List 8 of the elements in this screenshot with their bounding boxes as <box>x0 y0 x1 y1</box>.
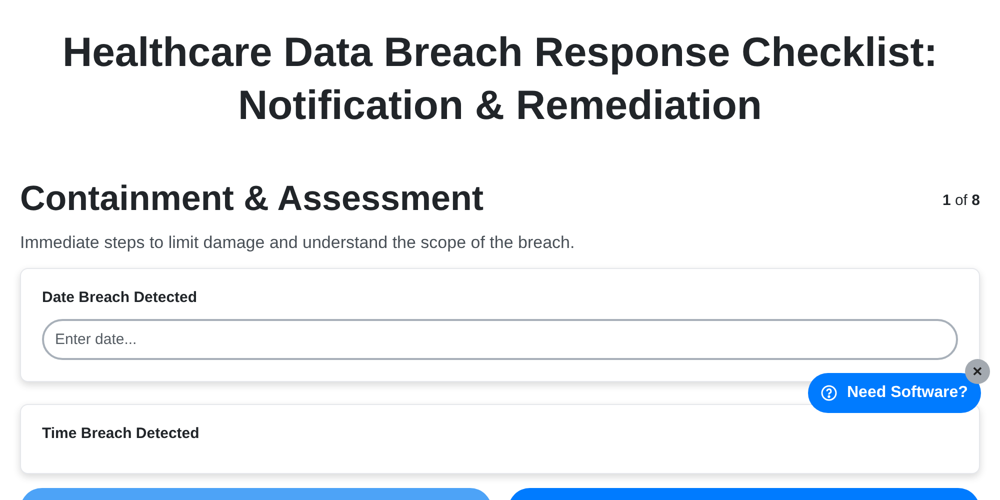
field-label: Time Breach Detected <box>42 424 200 442</box>
section-description: Immediate steps to limit damage and understand the scope of the breach. <box>20 232 576 254</box>
date-input-field[interactable]: Enter date... <box>42 318 958 360</box>
step-counter: 1 of 8 <box>942 191 980 211</box>
field-label: Date Breach Detected <box>42 288 198 306</box>
page-title: Healthcare Data Breach Response Checklist: Notification & Remediation <box>61 28 938 130</box>
close-button[interactable]: ✕ <box>965 359 990 384</box>
section-heading: Containment & Assessment <box>20 178 484 220</box>
